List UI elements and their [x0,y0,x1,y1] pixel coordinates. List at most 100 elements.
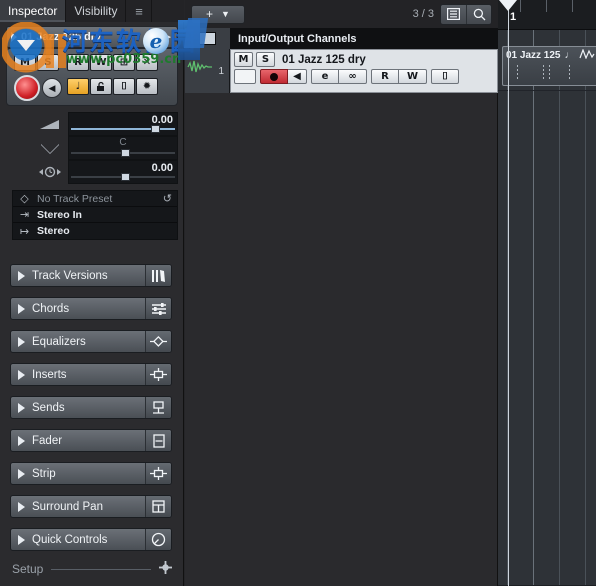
channel-read-button[interactable]: R [371,69,399,84]
channel-link-button[interactable]: ∞ [339,69,367,84]
add-channel-button[interactable]: + ▼ [191,4,245,24]
section-fader[interactable]: Fader [10,429,172,452]
edit-channel-button[interactable]: ⊞ [113,54,135,71]
channel-solo-button[interactable]: S [256,52,275,67]
bypass-inserts-button[interactable]: ✕ [136,54,158,71]
ruler-tick [572,0,573,12]
insert-icon[interactable] [145,364,171,385]
track-name-strip[interactable]: 01 Jazz 125 dry ► [6,26,178,48]
input-routing-row[interactable]: ⇥ Stereo In [13,207,177,223]
section-track-versions[interactable]: Track Versions [10,264,172,287]
tab-visibility[interactable]: Visibility [66,0,127,22]
monitor-button[interactable]: ◀ [42,78,62,98]
send-icon[interactable] [145,397,171,418]
expand-triangle-icon[interactable] [18,435,25,446]
expand-triangle-icon[interactable] [18,402,25,413]
grid-line [559,30,560,585]
record-monitor-group: ◀ [14,75,62,101]
pan-v-icon [36,138,64,158]
section-fader-label-wrap: Fader [11,430,145,451]
channel-edit-button[interactable]: e [311,69,339,84]
channel-lanes-button[interactable]: ⌷ [431,69,459,84]
pan-fader-track[interactable]: C [68,136,178,160]
output-routing-row[interactable]: ↦ Stereo [13,223,177,239]
plus-icon: + [206,7,214,21]
sliders-icon[interactable] [145,298,171,319]
section-sends[interactable]: Sends [10,396,172,419]
inspector-track-name: 01 Jazz 125 dry [21,31,102,43]
preset-diamond-icon: ◇ [20,193,29,205]
channel-color-swatch[interactable] [234,69,256,84]
freeze-button[interactable]: ✹ [136,78,158,95]
list-view-icon[interactable] [441,5,466,24]
channel-list-panel: + ▼ 3 / 3 Input/Output Channels 1 M S 01… [185,0,498,586]
volume-fader-track[interactable]: 0.00 [68,112,178,136]
expand-triangle-icon[interactable] [18,501,25,512]
track-lane[interactable]: 01 Jazz 125 ♩ [498,30,596,586]
lane-divider [498,90,596,91]
versions-icon[interactable] [145,265,171,286]
midi-part-clip[interactable]: 01 Jazz 125 ♩ [502,46,596,86]
chevron-down-icon[interactable]: ▼ [221,9,230,19]
gear-icon[interactable] [159,561,172,577]
expand-triangle-icon[interactable] [18,468,25,479]
channel-gutter: 1 [185,49,230,93]
lanes-button[interactable]: ⌷ [113,78,135,95]
input-arrow-icon: ⇥ [19,209,30,221]
write-automation-button[interactable]: W [90,54,112,71]
volume-fader-handle[interactable] [151,125,161,133]
solo-button[interactable]: S [37,54,59,71]
delay-value: 0.00 [151,162,173,174]
section-strip-label-wrap: Strip [11,463,145,484]
section-chords[interactable]: Chords [10,297,172,320]
toolbar-button-group [440,3,492,25]
channel-name: 01 Jazz 125 dry [282,53,366,66]
waveform-icon [187,60,213,77]
channel-monitor-button[interactable]: ◀ [288,69,307,84]
channel-record-button[interactable] [260,69,288,84]
section-strip[interactable]: Strip [10,462,172,485]
playhead[interactable]: 1 [499,0,517,586]
surround-icon[interactable] [145,496,171,517]
record-monitor-group: ◀ [260,69,307,84]
fader-icon[interactable] [145,430,171,451]
section-equalizers[interactable]: Equalizers [10,330,172,353]
search-icon[interactable] [466,4,491,24]
inspector-menu-icon[interactable]: ≡ [126,0,153,22]
section-inserts[interactable]: Inserts [10,363,172,386]
delay-fader-handle[interactable] [120,173,130,181]
expand-triangle-icon[interactable] [18,303,25,314]
channel-mute-button[interactable]: M [234,52,253,67]
section-label: Surround Pan [32,500,103,513]
section-surround-pan[interactable]: Surround Pan [10,495,172,518]
strip-icon[interactable] [145,463,171,484]
output-routing-label: Stereo [37,225,70,237]
pan-fader-handle[interactable] [120,149,130,157]
ms-group: M S [14,54,59,71]
preset-reset-icon[interactable]: ↺ [163,192,172,205]
expand-triangle-icon[interactable] [18,534,25,545]
track-preset-row[interactable]: ◇ No Track Preset ↺ [13,191,177,207]
setup-row[interactable]: Setup [12,560,172,578]
automation-group: R W ⊞ ✕ [67,54,158,71]
channel-write-button[interactable]: W [399,69,427,84]
delay-fader-track[interactable]: 0.00 [68,160,178,184]
mute-button[interactable]: M [14,54,36,71]
channel-list-row[interactable]: 1 M S 01 Jazz 125 dry ◀ e ∞ R W ⌷ [185,49,498,93]
musical-mode-button[interactable]: ♩ [67,78,89,95]
volume-fader-row: 0.00 [36,112,178,136]
track-chevron-icon[interactable]: ► [163,32,173,43]
expand-triangle-icon[interactable] [18,270,25,281]
expand-triangle-icon[interactable] [18,336,25,347]
section-quick-controls[interactable]: Quick Controls [10,528,172,551]
setup-divider [51,568,151,570]
section-label: Quick Controls [32,533,108,546]
read-automation-button[interactable]: R [67,54,89,71]
expand-triangle-icon[interactable] [18,369,25,380]
record-enable-button[interactable] [14,75,40,101]
tab-inspector[interactable]: Inspector [0,0,67,22]
quick-knob-icon[interactable] [145,529,171,550]
track-expand-triangle-icon[interactable] [11,32,17,42]
eq-diamond-icon[interactable] [145,331,171,352]
lock-icon[interactable] [90,78,112,95]
